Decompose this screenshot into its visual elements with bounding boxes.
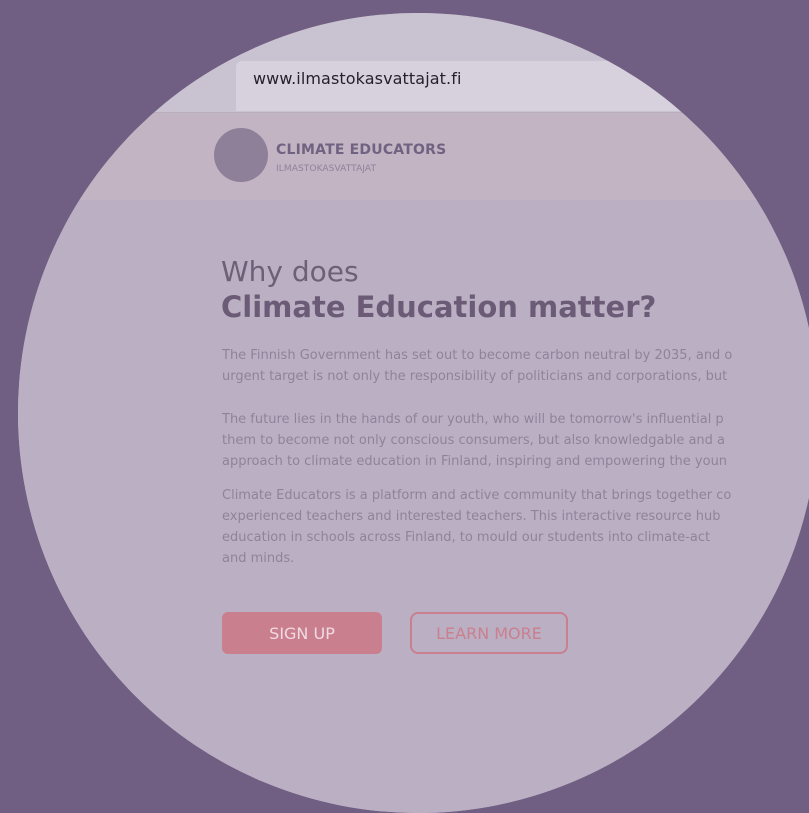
intro-paragraph-2: The future lies in the hands of our yout…: [222, 412, 728, 469]
logo-icon[interactable]: [214, 128, 268, 182]
brand-name[interactable]: CLIMATE EDUCATORS: [276, 142, 446, 158]
intro-paragraph-3: Climate Educators is a platform and acti…: [222, 488, 732, 566]
address-bar-url: www.ilmastokasvattajat.fi: [253, 69, 462, 88]
intro-paragraph-1: The Finnish Government has set out to be…: [222, 348, 733, 384]
brand-subtitle: ILMASTOKASVATTAJAT: [276, 164, 377, 174]
sign-up-button[interactable]: SIGN UP: [222, 612, 382, 654]
magnified-viewport: www.ilmastokasvattajat.fi CLIMATE EDUCAT…: [18, 13, 809, 813]
page-title: Climate Education matter?: [221, 290, 657, 324]
page-heading-intro: Why does: [221, 255, 359, 288]
learn-more-button[interactable]: LEARN MORE: [410, 612, 568, 654]
